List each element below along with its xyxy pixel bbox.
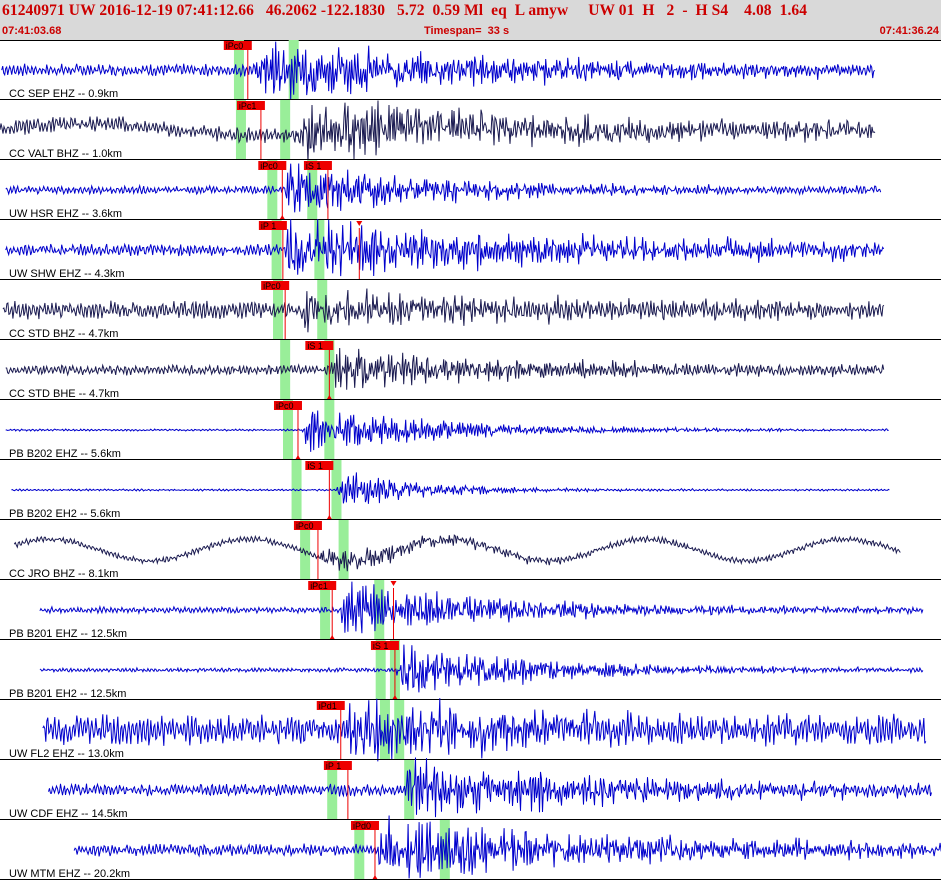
waveform: [48, 757, 932, 818]
trace-row[interactable]: iPd0 UW MTM EHZ -- 20.2km: [0, 815, 941, 880]
pick-label: iPc0: [260, 161, 278, 171]
station-label: UW HSR EHZ -- 3.6km: [9, 208, 122, 220]
waveform: [0, 100, 876, 163]
pick-label: iPc1: [310, 581, 328, 591]
station-label: CC SEP EHZ -- 0.9km: [9, 88, 118, 100]
station-label: UW MTM EHZ -- 20.2km: [9, 868, 130, 880]
pick-label: iPc0: [296, 521, 314, 531]
pick-label: iPc1: [239, 101, 257, 111]
trace-row[interactable]: iPc1 PB B201 EHZ -- 12.5km: [0, 580, 941, 640]
waveform: [42, 698, 927, 762]
waveform: [39, 644, 924, 693]
seismogram-panel[interactable]: iPc0 CC SEP EHZ -- 0.9km iPc1 CC VALT BHZ -…: [0, 40, 941, 880]
trace-row[interactable]: iP 1 UW CDF EHZ -- 14.5km: [0, 757, 941, 821]
pick-label: iPc0: [276, 401, 294, 411]
trace-row[interactable]: iPc1 CC VALT BHZ -- 1.0km: [0, 100, 941, 163]
waveform: [5, 219, 885, 277]
trace-row[interactable]: iPd1 UW FL2 EHZ -- 13.0km: [0, 698, 941, 762]
trace-row[interactable]: iPc0 CC JRO BHZ -- 8.1km: [0, 520, 941, 580]
pick-label: iS 1: [307, 461, 323, 471]
waveform: [5, 347, 885, 390]
station-label: CC JRO BHZ -- 8.1km: [9, 568, 118, 580]
pick-window: [280, 100, 291, 160]
pick-label: iS 1: [307, 341, 323, 351]
trace-row[interactable]: iPc0 PB B202 EHZ -- 5.6km: [0, 400, 941, 460]
pick-label: iPd0: [353, 821, 371, 831]
station-label: PB B202 EHZ -- 5.6km: [9, 448, 121, 460]
pick-label: iS 1: [373, 641, 389, 651]
trace-row[interactable]: iPc0 CC STD BHZ -- 4.7km: [0, 280, 941, 340]
event-header: 61240971 UW 2016-12-19 07:41:12.66 46.20…: [0, 0, 941, 41]
pick-label: iPd1: [319, 701, 337, 711]
station-label: PB B201 EH2 -- 12.5km: [9, 688, 126, 700]
pick-label: iS 1: [306, 161, 322, 171]
station-label: UW CDF EHZ -- 14.5km: [9, 808, 128, 820]
trace-row[interactable]: iS 1 PB B201 EH2 -- 12.5km: [0, 640, 941, 700]
event-summary: 61240971 UW 2016-12-19 07:41:12.66 46.20…: [2, 2, 808, 19]
waveform: [5, 410, 889, 452]
trace-row[interactable]: iP 1 UW SHW EHZ -- 4.3km: [0, 219, 941, 280]
station-label: UW SHW EHZ -- 4.3km: [9, 268, 125, 280]
waveform: [11, 472, 890, 504]
waveform: [73, 815, 941, 879]
trace-row[interactable]: iS 1 PB B202 EH2 -- 5.6km: [0, 460, 941, 520]
trace-row[interactable]: iPc0 iS 1 UW HSR EHZ -- 3.6km: [0, 160, 941, 220]
pick-label: iPc0: [263, 281, 281, 291]
pick-label: iP 1: [326, 761, 341, 771]
pick-marker: [356, 221, 363, 226]
pick-label: iP 1: [261, 221, 276, 231]
station-label: PB B201 EHZ -- 12.5km: [9, 628, 127, 640]
station-label: UW FL2 EHZ -- 13.0km: [9, 748, 124, 760]
waveform: [1, 41, 876, 100]
station-label: PB B202 EH2 -- 5.6km: [9, 508, 120, 520]
station-label: CC STD BHE -- 4.7km: [9, 388, 119, 400]
pick-marker: [390, 581, 397, 586]
waveform: [39, 581, 924, 634]
trace-row[interactable]: iS 1 CC STD BHE -- 4.7km: [0, 340, 941, 400]
timespan-label: Timespan= 33 s: [424, 25, 510, 37]
station-label: CC STD BHZ -- 4.7km: [9, 328, 118, 340]
waveform: [2, 288, 885, 333]
station-label: CC VALT BHZ -- 1.0km: [9, 148, 122, 160]
pick-label: iPc0: [226, 41, 244, 51]
trace-row[interactable]: iPc0 CC SEP EHZ -- 0.9km: [0, 40, 941, 100]
waveform: [13, 534, 901, 572]
end-time: 07:41:36.24: [879, 25, 939, 37]
start-time: 07:41:03.68: [2, 25, 62, 37]
waveform: [5, 163, 882, 213]
